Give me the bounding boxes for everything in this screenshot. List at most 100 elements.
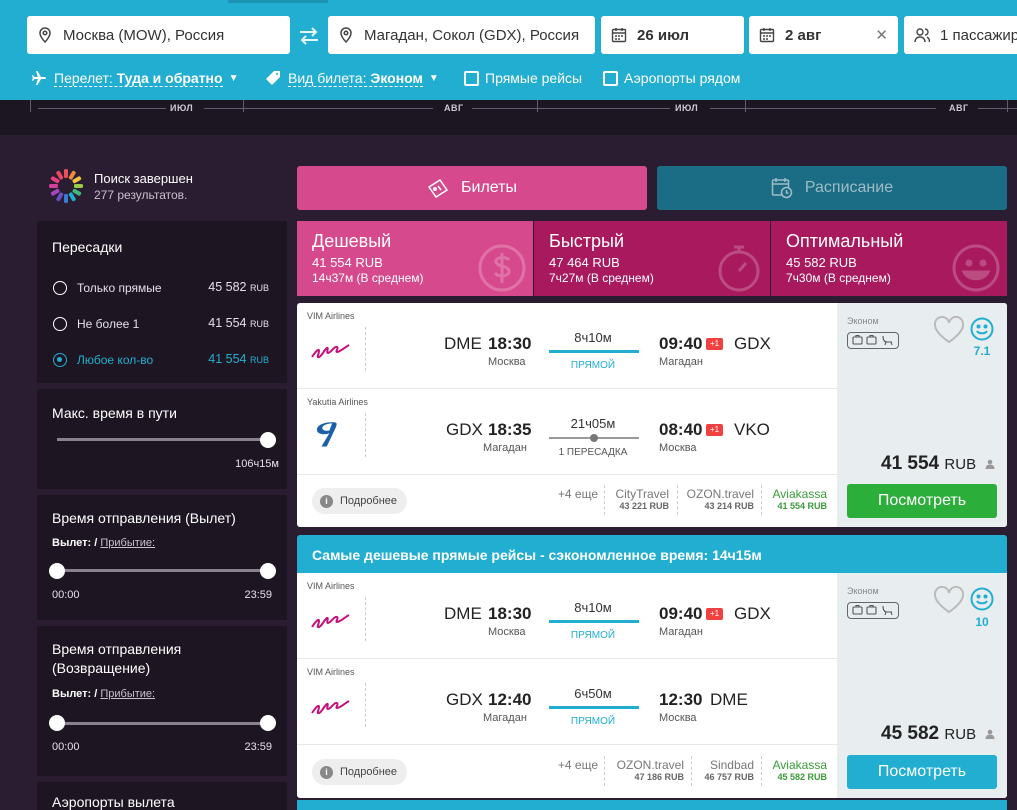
month-divider: [243, 100, 244, 112]
slider-track[interactable]: [57, 722, 267, 725]
dollar-icon: [478, 244, 526, 292]
arrival-city: Магадан: [659, 356, 703, 368]
agent-price: 43 221 RUB: [619, 501, 669, 511]
slider-handle-min[interactable]: [49, 715, 65, 731]
depart-date-value: 26 июл: [637, 26, 690, 44]
destination-value: Магадан, Сокол (GDX), Россия: [364, 26, 580, 44]
ticket-type-value: Эконом: [370, 69, 423, 86]
stops-option-label[interactable]: Любое кол-во: [77, 353, 153, 367]
more-agents-link[interactable]: +4 еще: [558, 487, 598, 501]
sort-cheapest-tab[interactable]: Дешевый 41 554 RUB 14ч37м (В среднем): [297, 221, 533, 296]
view-offer-button[interactable]: Посмотреть: [847, 755, 997, 789]
agent-price: 47 186 RUB: [634, 772, 684, 782]
location-pin-icon: [338, 27, 354, 43]
departure-city: Москва: [488, 626, 526, 638]
details-label: Подробнее: [340, 766, 398, 778]
ticket-type-label: Вид билета:: [288, 69, 371, 86]
nearby-airports-label: Аэропорты рядом: [624, 70, 741, 86]
stops-option-price: 45 582 RUB: [208, 280, 269, 294]
slider-handle[interactable]: [260, 432, 276, 448]
ticket-type-text: Вид билета: Эконом: [288, 70, 423, 87]
checkbox-box[interactable]: [464, 70, 479, 86]
active-tab-indicator: [228, 0, 328, 3]
separator: [761, 756, 762, 786]
depart-time-ret-filter: Время отправления (Возвращение) Вылет: /…: [37, 626, 287, 776]
arrival-city: Магадан: [659, 626, 703, 638]
direct-only-checkbox[interactable]: Прямые рейсы: [464, 68, 582, 88]
slider-handle-max[interactable]: [260, 563, 276, 579]
airline-name: VIM Airlines: [307, 581, 355, 591]
checkbox-box[interactable]: [603, 70, 618, 86]
slider-handle-max[interactable]: [260, 715, 276, 731]
chevron-down-icon: ▼: [428, 72, 439, 84]
stops-option-label[interactable]: Только прямые: [77, 281, 162, 295]
airline-name: Yakutia Airlines: [307, 397, 368, 407]
calendar-clock-icon: [771, 178, 793, 199]
tab-schedule-label: Расписание: [804, 179, 894, 196]
favorite-heart-icon[interactable]: [933, 586, 965, 614]
radio-any[interactable]: [53, 353, 67, 367]
return-date-field[interactable]: 2 авг ✕: [749, 16, 898, 54]
flight-duration: 21ч05м: [570, 416, 616, 431]
more-agents-link[interactable]: +4 еще: [558, 758, 598, 772]
progress-wheel-icon: [49, 169, 83, 203]
stops-option-price: 41 554 RUB: [208, 316, 269, 330]
depart-time-out-title: Время отправления (Вылет): [52, 510, 236, 526]
agent-offer[interactable]: OZON.travel 47 186 RUB: [617, 758, 684, 782]
radio-direct-only[interactable]: [53, 281, 67, 295]
depart-arrive-switch[interactable]: Вылет: / Прибытие:: [52, 688, 155, 700]
tab-schedule[interactable]: Расписание: [657, 166, 1007, 210]
arrival-code: VKO: [734, 420, 770, 439]
trip-type-selector[interactable]: Перелет: Туда и обратно ▼: [31, 68, 238, 88]
tab-tickets[interactable]: Билеты: [297, 166, 647, 210]
depart-switch[interactable]: Вылет: /: [52, 537, 100, 549]
view-offer-button[interactable]: Посмотреть: [847, 484, 997, 518]
agent-price: 45 582 RUB: [777, 772, 827, 782]
trip-type-label: Перелет:: [54, 69, 117, 86]
ticket-type-selector[interactable]: Вид билета: Эконом ▼: [265, 68, 439, 88]
slider-handle-min[interactable]: [49, 563, 65, 579]
origin-field[interactable]: Москва (MOW), Россия: [27, 16, 290, 54]
airline-name: VIM Airlines: [307, 311, 355, 321]
slider-track[interactable]: [57, 569, 267, 572]
arrive-switch[interactable]: Прибытие:: [100, 688, 155, 700]
favorite-heart-icon[interactable]: [933, 316, 965, 344]
sort-duration: 7ч27м (В среднем): [549, 271, 654, 285]
passengers-field[interactable]: 1 пассажир: [904, 16, 1017, 54]
separator: [761, 485, 762, 515]
month-label: ИЮЛ: [675, 103, 699, 113]
depart-arrive-switch[interactable]: Вылет: / Прибытие:: [52, 537, 155, 549]
radio-max-one[interactable]: [53, 317, 67, 331]
departure-code: DME: [444, 334, 482, 353]
stop-dot: [590, 434, 598, 442]
details-button[interactable]: i Подробнее: [312, 488, 408, 514]
agent-offer[interactable]: CityTravel 43 221 RUB: [615, 487, 669, 511]
separator: [604, 756, 605, 786]
max-duration-value: 106ч15м: [235, 458, 279, 470]
arrival-code: DME: [710, 690, 748, 709]
depart-switch[interactable]: Вылет: /: [52, 688, 100, 700]
agent-offer[interactable]: Aviakassa 41 554 RUB: [773, 487, 827, 511]
slider-track[interactable]: [57, 438, 267, 441]
agent-offer[interactable]: Aviakassa 45 582 RUB: [773, 758, 827, 782]
agent-offer[interactable]: Sindbad 46 757 RUB: [704, 758, 754, 782]
clear-return-icon[interactable]: ✕: [875, 26, 888, 44]
details-button[interactable]: i Подробнее: [312, 759, 408, 785]
plane-icon: [31, 70, 47, 86]
separator: [365, 327, 366, 371]
departure-city: Магадан: [483, 712, 527, 724]
flight-segment-outbound: VIM Airlines DME 18:30 Москва 8ч10м ПРЯМ…: [297, 303, 837, 389]
sort-fastest-tab[interactable]: Быстрый 47 464 RUB 7ч27м (В среднем): [534, 221, 770, 296]
stops-option-label[interactable]: Не более 1: [77, 317, 139, 331]
info-icon: i: [320, 765, 333, 779]
sort-optimal-tab[interactable]: Оптимальный 45 582 RUB 7ч30м (В среднем): [771, 221, 1007, 296]
depart-date-field[interactable]: 26 июл: [601, 16, 744, 54]
nearby-airports-checkbox[interactable]: Аэропорты рядом: [603, 68, 740, 88]
agent-offer[interactable]: OZON.travel 43 214 RUB: [687, 487, 754, 511]
swap-direction-icon[interactable]: [297, 26, 321, 46]
flight-segment-outbound: VIM Airlines DME 18:30 Москва 8ч10м ПРЯМ…: [297, 573, 837, 659]
route-line: [549, 706, 639, 709]
arrive-switch[interactable]: Прибытие:: [100, 537, 155, 549]
more-agents-label: +4 еще: [557, 758, 598, 772]
destination-field[interactable]: Магадан, Сокол (GDX), Россия: [328, 16, 595, 54]
